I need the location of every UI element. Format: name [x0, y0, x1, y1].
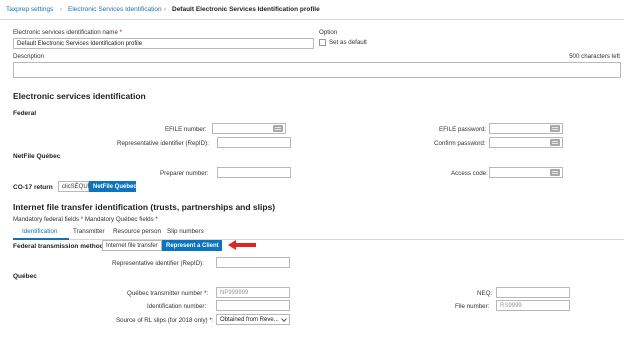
file-number-label: File number: [455, 303, 490, 310]
set-default-label: Set as default [329, 39, 367, 46]
netfile-quebec-subtitle: NetFile Québec [13, 153, 61, 160]
rep-id-label: Representative identifier (RepID): [117, 140, 209, 147]
chevron-down-icon [281, 316, 287, 322]
description-label: Description [13, 53, 44, 60]
co17-option-clicsequr[interactable]: clicSÉQUR [58, 181, 92, 192]
preparer-number-label: Preparer number: [160, 170, 209, 177]
rl-source-label: Source of RL slips (for 2018 only) *: [116, 317, 214, 324]
efile-number-input[interactable] [212, 123, 286, 134]
chevron-right-icon: › [164, 6, 167, 13]
set-default-checkbox[interactable] [319, 39, 326, 46]
quebec-transmitter-input[interactable]: NP999999 [216, 287, 290, 298]
identification-number-label: Identification number: [147, 303, 207, 310]
confirm-password-label: Confirm password: [434, 140, 486, 147]
quebec-subtitle: Québec [13, 273, 37, 280]
ift-section-title: Internet file transfer identification (t… [13, 202, 276, 212]
access-code-label: Access code: [451, 170, 488, 177]
rl-source-select[interactable]: Obtained from Reve... [216, 314, 290, 325]
keypad-icon[interactable] [273, 125, 283, 132]
access-code-input[interactable] [489, 167, 563, 178]
esi-name-label: Electronic services identification name … [13, 29, 123, 36]
breadcrumb-taxprep-settings[interactable]: Taxprep settings [6, 6, 53, 13]
rl-source-value: Obtained from Reve... [220, 317, 279, 323]
breadcrumb-current: Default Electronic Services Identificati… [172, 6, 320, 13]
preparer-number-input[interactable] [217, 167, 291, 178]
neq-input[interactable] [496, 287, 570, 298]
chevron-right-icon: › [60, 6, 63, 13]
keypad-icon[interactable] [550, 139, 560, 146]
ift-rep-id-label: Representative identifier (RepID): [112, 260, 204, 267]
mandatory-fields-note: Mandatory federal fields * Mandatory Qué… [13, 216, 158, 223]
keypad-icon[interactable] [550, 125, 560, 132]
identification-number-input[interactable] [216, 300, 290, 311]
tab-transmitter[interactable]: Transmitter [73, 228, 105, 235]
tab-slip-numbers[interactable]: Slip numbers [167, 228, 204, 235]
chars-left-counter: 500 characters left [569, 53, 620, 60]
breadcrumb: Taxprep settings › Electronic Services I… [0, 0, 624, 20]
federal-transmission-method-label: Federal transmission method [13, 243, 104, 250]
file-number-input[interactable]: RS9999 [496, 300, 570, 311]
breadcrumb-esi[interactable]: Electronic Services Identification [68, 6, 162, 13]
keypad-icon[interactable] [550, 169, 560, 176]
option-label: Option [319, 29, 338, 36]
neq-label: NEQ: [477, 290, 493, 297]
co17-label: CO-17 return [13, 184, 53, 191]
esi-name-input[interactable]: Default Electronic Services Identificati… [13, 38, 314, 49]
method-represent-a-client[interactable]: Represent a Client [162, 240, 222, 251]
method-internet-file-transfer[interactable]: Internet file transfer [102, 240, 162, 251]
esi-section-title: Electronic services identification [13, 91, 146, 101]
rep-id-input[interactable] [217, 137, 291, 148]
active-tab-indicator [13, 238, 69, 240]
tab-identification[interactable]: Identification [22, 228, 57, 235]
quebec-transmitter-label: Québec transmitter number *: [127, 290, 209, 297]
federal-subtitle: Federal [13, 110, 37, 117]
efile-password-input[interactable] [489, 123, 563, 134]
co17-option-netfile-quebec[interactable]: NetFile Québec [89, 181, 137, 192]
confirm-password-input[interactable] [489, 137, 563, 148]
efile-password-label: EFILE password: [439, 126, 487, 133]
tab-resource-person[interactable]: Resource person [113, 228, 161, 235]
description-field[interactable] [13, 62, 621, 78]
annotation-arrow-icon [228, 240, 256, 250]
efile-number-label: EFILE number: [165, 126, 207, 133]
ift-rep-id-input[interactable] [216, 257, 290, 268]
